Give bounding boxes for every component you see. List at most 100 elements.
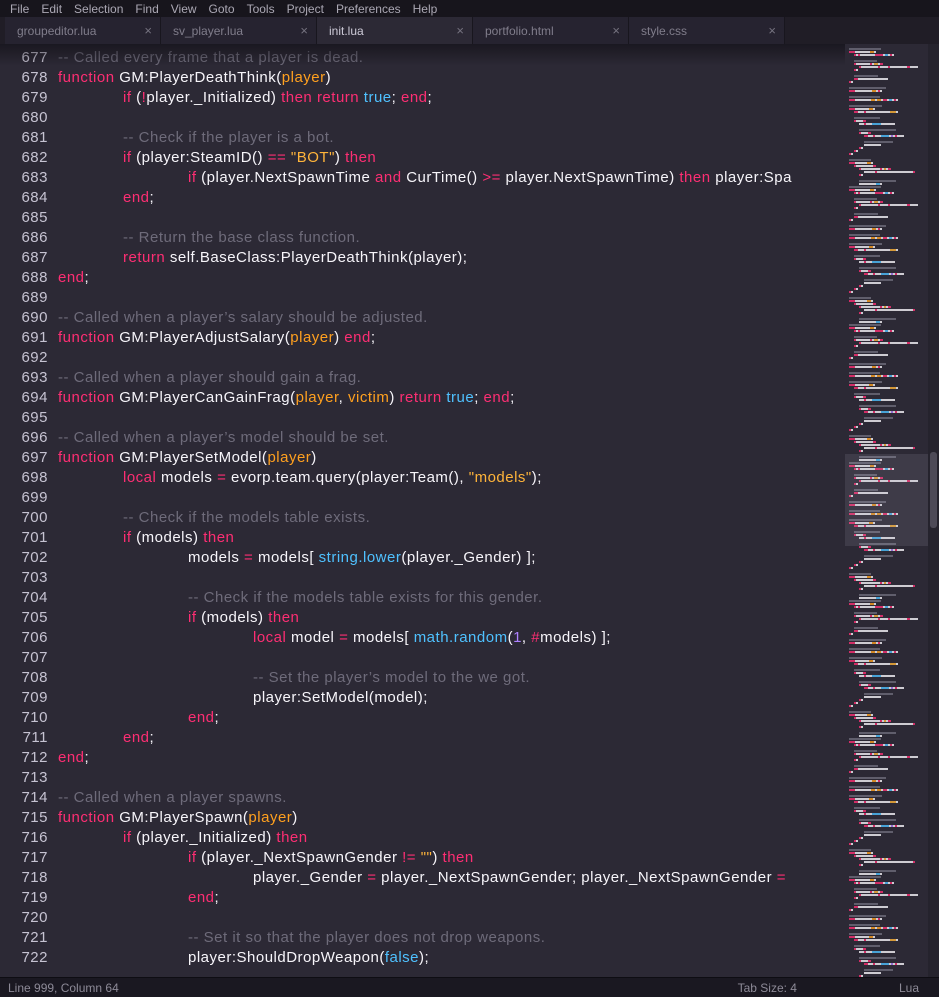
line-number: 683: [0, 168, 48, 188]
code-line[interactable]: -- Set it so that the player does not dr…: [58, 928, 845, 948]
code-line[interactable]: [58, 908, 845, 928]
tab-close-icon[interactable]: ×: [138, 24, 152, 37]
code-line[interactable]: player._Gender = player._NextSpawnGender…: [58, 868, 845, 888]
code-line[interactable]: [58, 408, 845, 428]
code-line[interactable]: [58, 648, 845, 668]
code-line[interactable]: function GM:PlayerCanGainFrag(player, vi…: [58, 388, 845, 408]
code-token: player._Gender: [253, 869, 367, 886]
code-line[interactable]: if (models) then: [58, 608, 845, 628]
scrollbar[interactable]: [928, 44, 939, 977]
tab-init-lua[interactable]: init.lua×: [317, 17, 473, 44]
code-line[interactable]: -- Called when a player’s model should b…: [58, 428, 845, 448]
code-line[interactable]: -- Set the player’s model to the we got.: [58, 668, 845, 688]
code-token: if: [123, 829, 132, 846]
code-line[interactable]: [58, 768, 845, 788]
code-line[interactable]: if (player.NextSpawnTime and CurTime() >…: [58, 168, 845, 188]
code-line[interactable]: end;: [58, 748, 845, 768]
code-token: end: [188, 709, 215, 726]
code-line[interactable]: end;: [58, 708, 845, 728]
menu-edit[interactable]: Edit: [35, 2, 68, 16]
code-line[interactable]: -- Check if the models table exists.: [58, 508, 845, 528]
code-line[interactable]: -- Check if the models table exists for …: [58, 588, 845, 608]
minimap[interactable]: [845, 44, 928, 977]
code-token: if: [188, 609, 197, 626]
code-line[interactable]: player:SetModel(model);: [58, 688, 845, 708]
code-line[interactable]: end;: [58, 268, 845, 288]
status-syntax[interactable]: Lua: [899, 981, 919, 995]
line-number: 720: [0, 908, 48, 928]
line-number: 721: [0, 928, 48, 948]
code-line[interactable]: [58, 208, 845, 228]
tab-close-icon[interactable]: ×: [606, 24, 620, 37]
code-token: 1: [513, 629, 522, 646]
line-number: 698: [0, 468, 48, 488]
scrollbar-thumb[interactable]: [930, 452, 937, 528]
code-line[interactable]: local model = models[ math.random(1, #mo…: [58, 628, 845, 648]
code-line[interactable]: models = models[ string.lower(player._Ge…: [58, 548, 845, 568]
menu-goto[interactable]: Goto: [203, 2, 241, 16]
code-line[interactable]: [58, 108, 845, 128]
tab-close-icon[interactable]: ×: [450, 24, 464, 37]
menu-view[interactable]: View: [165, 2, 203, 16]
tab-sv-player-lua[interactable]: sv_player.lua×: [161, 17, 317, 44]
code-line[interactable]: -- Called when a player spawns.: [58, 788, 845, 808]
tab-style-css[interactable]: style.css×: [629, 17, 785, 44]
code-token: function: [58, 329, 115, 346]
code-token: ;: [215, 889, 220, 906]
code-line[interactable]: -- Return the base class function.: [58, 228, 845, 248]
code-token: "models": [469, 469, 532, 486]
code-token: player: [267, 449, 311, 466]
line-number: 719: [0, 888, 48, 908]
code-line[interactable]: if (player._Initialized) then: [58, 828, 845, 848]
code-line[interactable]: [58, 288, 845, 308]
code-line[interactable]: end;: [58, 888, 845, 908]
line-number: 702: [0, 548, 48, 568]
menu-help[interactable]: Help: [407, 2, 444, 16]
code-line[interactable]: -- Called every frame that a player is d…: [58, 48, 845, 68]
code-line[interactable]: if (!player._Initialized) then return tr…: [58, 88, 845, 108]
menu-selection[interactable]: Selection: [68, 2, 129, 16]
menu-file[interactable]: File: [4, 2, 35, 16]
code-line[interactable]: function GM:PlayerAdjustSalary(player) e…: [58, 328, 845, 348]
code-line[interactable]: function GM:PlayerSetModel(player): [58, 448, 845, 468]
code-token: and: [375, 169, 402, 186]
line-number: 701: [0, 528, 48, 548]
menu-find[interactable]: Find: [129, 2, 164, 16]
menu-project[interactable]: Project: [281, 2, 330, 16]
code-line[interactable]: -- Check if the player is a bot.: [58, 128, 845, 148]
code-token: -- Called when a player’s salary should …: [58, 309, 428, 326]
code-line[interactable]: -- Called when a player should gain a fr…: [58, 368, 845, 388]
code-token: ): [432, 849, 442, 866]
code-line[interactable]: if (models) then: [58, 528, 845, 548]
code-line[interactable]: end;: [58, 188, 845, 208]
code-line[interactable]: function GM:PlayerDeathThink(player): [58, 68, 845, 88]
code-token: models: [156, 469, 217, 486]
code-token: end: [58, 269, 85, 286]
code-token: if: [188, 849, 197, 866]
tab-portfolio-html[interactable]: portfolio.html×: [473, 17, 629, 44]
code-token: player:Spa: [711, 169, 792, 186]
code-token: -- Called when a player should gain a fr…: [58, 369, 361, 386]
line-number: 704: [0, 588, 48, 608]
tab-groupeditor-lua[interactable]: groupeditor.lua×: [5, 17, 161, 44]
code-line[interactable]: function GM:PlayerSpawn(player): [58, 808, 845, 828]
code-line[interactable]: [58, 568, 845, 588]
code-line[interactable]: if (player._NextSpawnGender != "") then: [58, 848, 845, 868]
code-line[interactable]: if (player:SteamID() == "BOT") then: [58, 148, 845, 168]
menu-preferences[interactable]: Preferences: [330, 2, 407, 16]
code-line[interactable]: return self.BaseClass:PlayerDeathThink(p…: [58, 248, 845, 268]
code-token: function: [58, 809, 115, 826]
menu-tools[interactable]: Tools: [241, 2, 281, 16]
code-token: self.BaseClass:PlayerDeathThink(player);: [165, 249, 467, 266]
code-line[interactable]: player:ShouldDropWeapon(false);: [58, 948, 845, 968]
tab-close-icon[interactable]: ×: [294, 24, 308, 37]
code-line[interactable]: [58, 488, 845, 508]
code-area[interactable]: -- Called every frame that a player is d…: [58, 44, 845, 977]
tab-close-icon[interactable]: ×: [762, 24, 776, 37]
code-line[interactable]: [58, 348, 845, 368]
status-tab-size[interactable]: Tab Size: 4: [738, 981, 797, 995]
minimap-viewport[interactable]: [845, 454, 928, 546]
code-line[interactable]: -- Called when a player’s salary should …: [58, 308, 845, 328]
code-line[interactable]: end;: [58, 728, 845, 748]
code-line[interactable]: local models = evorp.team.query(player:T…: [58, 468, 845, 488]
